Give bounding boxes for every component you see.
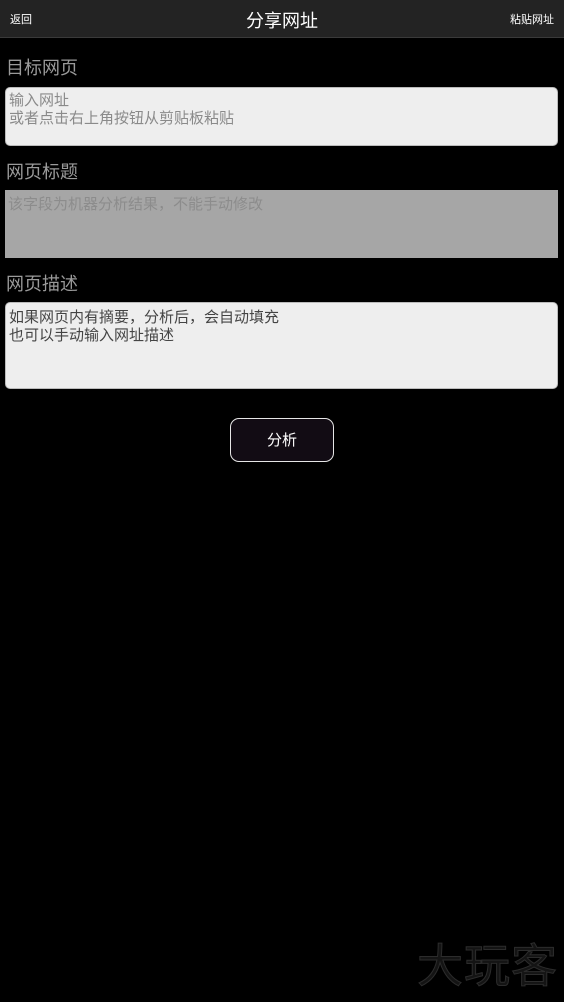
description-input[interactable]: 如果网页内有摘要，分析后，会自动填充 也可以手动输入网址描述 bbox=[5, 302, 558, 389]
title-field-readonly: 该字段为机器分析结果，不能手动修改 bbox=[5, 190, 558, 258]
title-section-label: 网页标题 bbox=[6, 162, 78, 183]
url-section-label: 目标网页 bbox=[6, 58, 78, 79]
watermark-logo: 大玩客 bbox=[417, 939, 558, 994]
top-nav-bar: 返回 分享网址 粘贴网址 bbox=[0, 0, 564, 38]
paste-url-button[interactable]: 粘贴网址 bbox=[510, 11, 554, 27]
analyze-button[interactable]: 分析 bbox=[230, 418, 334, 462]
url-input[interactable]: 输入网址 或者点击右上角按钮从剪贴板粘贴 bbox=[5, 87, 558, 146]
page-title: 分享网址 bbox=[246, 11, 318, 32]
description-section-label: 网页描述 bbox=[6, 274, 78, 295]
